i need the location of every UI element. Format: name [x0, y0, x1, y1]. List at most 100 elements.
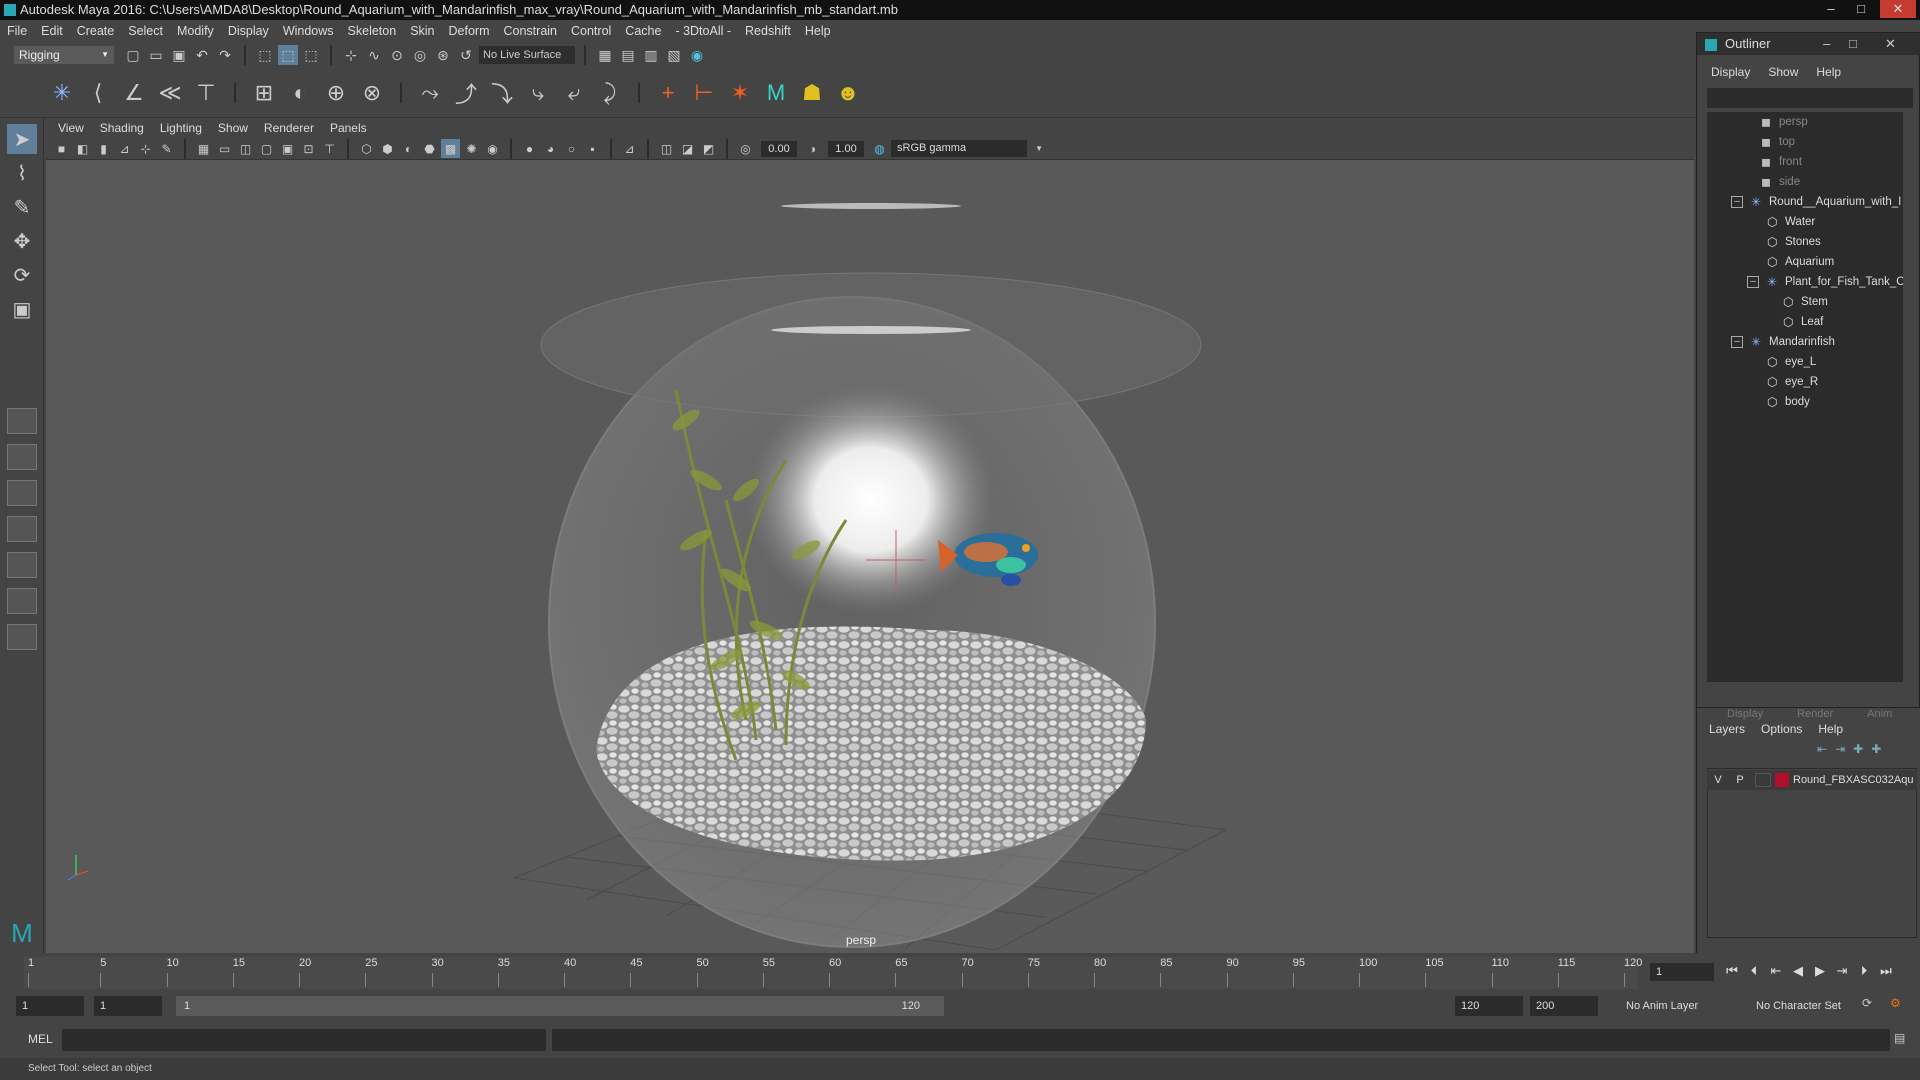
close-button[interactable]: ✕: [1880, 0, 1916, 18]
select-object-icon[interactable]: ⬚: [278, 45, 298, 65]
snap-point-icon[interactable]: ⊙: [387, 45, 407, 65]
grid-toggle-icon[interactable]: ▦: [194, 139, 213, 158]
outliner-item[interactable]: front: [1779, 152, 1802, 172]
viewport-menu-renderer[interactable]: Renderer: [256, 121, 322, 135]
menu-help[interactable]: Help: [798, 24, 838, 38]
safe-action-icon[interactable]: ⊡: [299, 139, 318, 158]
tab-render[interactable]: Render: [1797, 708, 1833, 720]
bind-skin-icon[interactable]: ⊞: [250, 79, 278, 107]
layer-list[interactable]: [1707, 768, 1917, 938]
image-plane-icon[interactable]: ⊿: [115, 139, 134, 158]
joint-tool-icon[interactable]: ✳: [48, 79, 76, 107]
paint-select-icon[interactable]: ✎: [7, 192, 37, 222]
range-slider-bar[interactable]: 1 120: [176, 996, 944, 1016]
parent-constraint-icon[interactable]: ⤶: [560, 79, 588, 107]
gate-mask-icon[interactable]: ▢: [257, 139, 276, 158]
menu-constrain[interactable]: Constrain: [497, 24, 565, 38]
use-lights-icon[interactable]: ✺: [462, 139, 481, 158]
outliner-item[interactable]: Stones: [1785, 232, 1821, 252]
step-forward-key-icon[interactable]: ⇥: [1832, 963, 1852, 981]
menu-deform[interactable]: Deform: [442, 24, 497, 38]
motion-blur-icon[interactable]: ◕: [541, 139, 560, 158]
menu-set-dropdown[interactable]: Rigging: [14, 46, 114, 64]
new-layer-icon[interactable]: ✚: [1853, 742, 1863, 756]
layer-visibility-toggle[interactable]: V: [1707, 774, 1729, 786]
ipr-render-icon[interactable]: ▥: [641, 45, 661, 65]
go-to-start-icon[interactable]: ⏮: [1722, 963, 1742, 981]
redo-icon[interactable]: ↷: [215, 45, 235, 65]
options-menu[interactable]: Options: [1761, 722, 1818, 736]
select-hierarchy-icon[interactable]: ⬚: [255, 45, 275, 65]
anti-aliasing-icon[interactable]: ○: [562, 139, 581, 158]
layer-type-toggle[interactable]: [1755, 773, 1771, 787]
field-chart-icon[interactable]: ▣: [278, 139, 297, 158]
outliner-item[interactable]: body: [1785, 392, 1810, 412]
exposure-field[interactable]: 0.00: [761, 140, 797, 157]
collapse-toggle[interactable]: –: [1731, 336, 1743, 348]
cluster-icon[interactable]: ⊗: [358, 79, 386, 107]
anim-layer-dropdown[interactable]: No Anim Layer: [1620, 996, 1730, 1016]
viewport-menu-lighting[interactable]: Lighting: [152, 121, 210, 135]
tab-anim[interactable]: Anim: [1867, 708, 1892, 720]
view-transform-dropdown[interactable]: sRGB gamma: [891, 140, 1043, 157]
maximize-button[interactable]: □: [1848, 0, 1874, 18]
go-to-end-icon[interactable]: ⏭: [1876, 963, 1896, 981]
rotate-tool-icon[interactable]: ⟳: [7, 260, 37, 290]
shadows-icon[interactable]: ◉: [483, 139, 502, 158]
outliner-filter-field[interactable]: [1707, 88, 1913, 108]
outliner-menu-help[interactable]: Help: [1816, 65, 1857, 85]
menu-windows[interactable]: Windows: [276, 24, 341, 38]
playback-end-field[interactable]: 120: [1455, 996, 1523, 1016]
layer-color-swatch[interactable]: [1775, 773, 1789, 787]
hypershade-layout-icon[interactable]: [7, 588, 37, 614]
viewport-menu-shading[interactable]: Shading: [92, 121, 152, 135]
snap-surface-icon[interactable]: ⊛: [433, 45, 453, 65]
color-management-icon[interactable]: ◍: [870, 139, 889, 158]
move-layer-down-icon[interactable]: ⇥: [1835, 742, 1845, 756]
move-layer-up-icon[interactable]: ⇤: [1817, 742, 1827, 756]
outliner-minimize-button[interactable]: –: [1823, 33, 1830, 55]
playback-start-field[interactable]: 1: [94, 996, 162, 1016]
lasso-tool-icon[interactable]: ⌇: [7, 158, 37, 188]
render-view-icon[interactable]: ▦: [595, 45, 615, 65]
orient-constraint-icon[interactable]: ⤵: [488, 79, 516, 107]
outliner-item[interactable]: persp: [1779, 112, 1808, 132]
scale-tool-icon[interactable]: ▣: [7, 294, 37, 324]
quick-rig-icon[interactable]: ⊢: [690, 79, 718, 107]
anim-preferences-icon[interactable]: ⚙: [1890, 996, 1901, 1010]
outliner-item[interactable]: Leaf: [1801, 312, 1823, 332]
minimize-button[interactable]: –: [1818, 0, 1844, 18]
locator-icon[interactable]: +: [654, 79, 682, 107]
render-settings-icon[interactable]: ▧: [664, 45, 684, 65]
outliner-menu-display[interactable]: Display: [1711, 65, 1766, 85]
end-time-field[interactable]: 200: [1530, 996, 1598, 1016]
time-ruler[interactable]: 1 5 10 15 20 25 30 35 40 45 50 55 60 65 70 75 80 85 90 95 10…: [24, 957, 1642, 989]
snap-together-icon[interactable]: ↺: [456, 45, 476, 65]
new-layer-selected-icon[interactable]: ✚: [1871, 742, 1881, 756]
outliner-item[interactable]: Mandarinfish: [1769, 332, 1835, 352]
menu-select[interactable]: Select: [121, 24, 170, 38]
outliner-item[interactable]: top: [1779, 132, 1795, 152]
snap-view-icon[interactable]: ◎: [410, 45, 430, 65]
skeleton-icon[interactable]: ☻: [834, 79, 862, 107]
outliner-item[interactable]: Plant_for_Fish_Tank_C: [1785, 272, 1903, 292]
mirror-joint-icon[interactable]: ≪: [156, 79, 184, 107]
paint-weights-icon[interactable]: ◐: [286, 79, 314, 107]
bookmark-icon[interactable]: ▮: [94, 139, 113, 158]
maya-m-icon[interactable]: M: [762, 79, 790, 107]
textured-icon[interactable]: ▩: [441, 139, 460, 158]
step-back-key-icon[interactable]: ⇤: [1766, 963, 1786, 981]
menu-display[interactable]: Display: [221, 24, 276, 38]
viewport-panel[interactable]: View Shading Lighting Show Renderer Panels ■ …: [46, 118, 1694, 953]
collapse-toggle[interactable]: –: [1747, 276, 1759, 288]
menu-3dtoall[interactable]: - 3DtoAll -: [668, 24, 738, 38]
current-frame-field[interactable]: 1: [1650, 963, 1714, 981]
tab-display[interactable]: Display: [1727, 708, 1763, 720]
gamma-field[interactable]: 1.00: [828, 140, 864, 157]
film-gate-icon[interactable]: ▭: [215, 139, 234, 158]
safe-title-icon[interactable]: ⊤: [320, 139, 339, 158]
wireframe-on-shaded-icon[interactable]: ⬣: [420, 139, 439, 158]
menu-skin[interactable]: Skin: [403, 24, 441, 38]
two-pane-layout-icon[interactable]: [7, 480, 37, 506]
hypershade-icon[interactable]: ◉: [687, 45, 707, 65]
